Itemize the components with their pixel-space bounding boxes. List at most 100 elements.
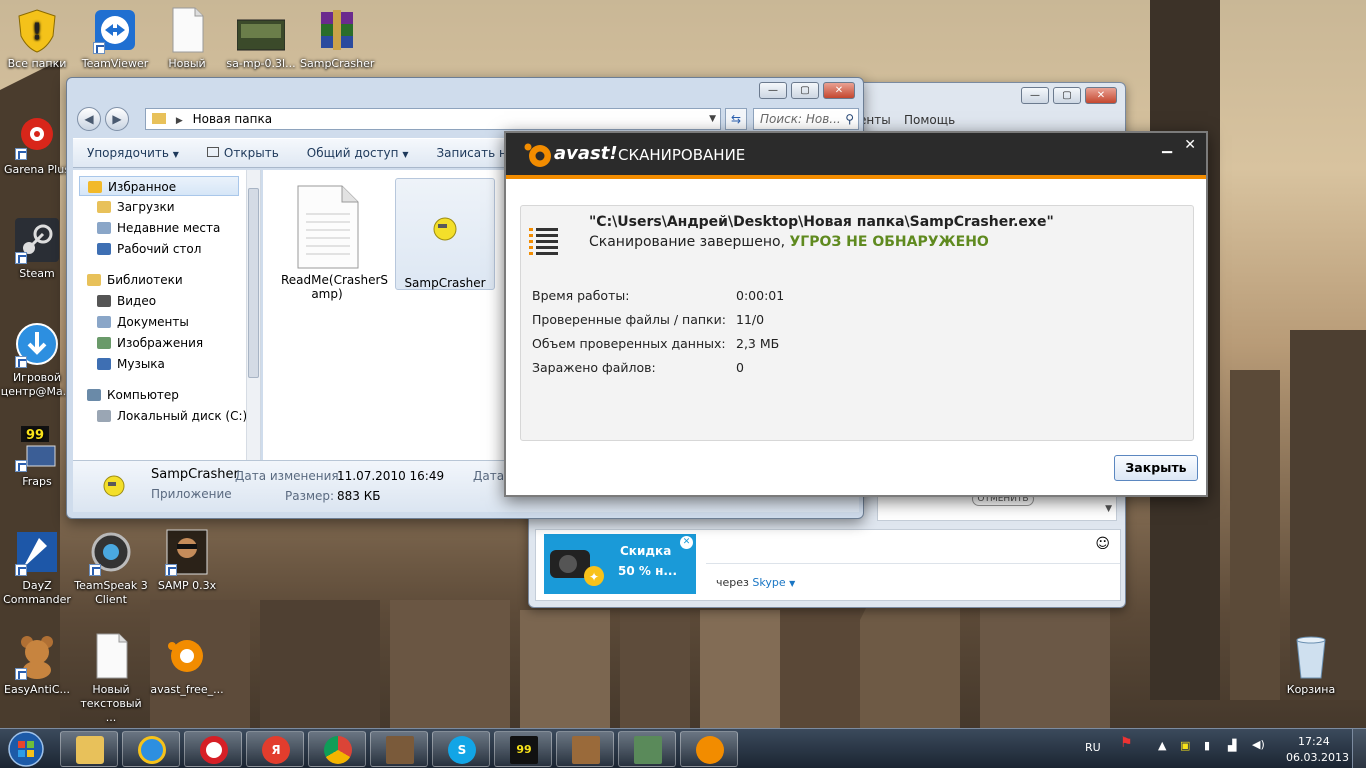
desktop-icon-sampcrasher-rar[interactable]: SampCrasher [300, 6, 374, 71]
scroll-down-arrow-icon[interactable]: ▼ [1105, 504, 1112, 514]
language-indicator[interactable]: RU [1085, 741, 1101, 754]
search-input[interactable]: Поиск: Нов... ⚲ [753, 108, 859, 130]
action-center-icon[interactable]: ⚑ [1120, 735, 1133, 751]
taskbar-chrome[interactable] [308, 731, 366, 767]
close-button[interactable]: ✕ [1184, 137, 1196, 153]
show-hidden-icons[interactable]: ▲ [1158, 739, 1166, 752]
desktop-icon-novyi[interactable]: Новый [150, 6, 224, 71]
stat-value-files: 11/0 [736, 312, 765, 327]
maximize-button[interactable]: ▢ [791, 82, 819, 99]
close-icon[interactable]: ✕ [680, 536, 693, 549]
chevron-down-icon[interactable]: ▼ [789, 579, 795, 588]
recent-places-icon [97, 222, 111, 234]
promo-banner[interactable]: ✦ Скидка 50 % н... ✕ [544, 534, 696, 594]
chevron-down-icon[interactable]: ▼ [709, 109, 716, 129]
clock-time[interactable]: 17:24 [1298, 735, 1330, 748]
address-bar[interactable]: ▶ Новая папка ▼ [145, 108, 721, 130]
music-icon [97, 358, 111, 370]
desktop-icon-fraps[interactable]: 99 Fraps [0, 424, 74, 489]
refresh-button[interactable]: ⇆ [725, 108, 747, 130]
nav-item-2[interactable]: Недавние места [97, 218, 220, 238]
desktop-icon-novyi-tekstovyi[interactable]: Новый текстовый ... [74, 632, 148, 725]
star-icon [88, 181, 102, 193]
fraps-icon: 99 [13, 424, 61, 472]
scrollbar[interactable] [246, 170, 260, 460]
nav-item-7[interactable]: Изображения [97, 333, 203, 353]
breadcrumb-arrow-icon[interactable]: ▶ [176, 116, 183, 126]
nav-item-0[interactable]: Избранное [79, 176, 239, 196]
taskbar-samp[interactable] [370, 731, 428, 767]
message-input[interactable] [706, 530, 1120, 564]
forward-button[interactable]: ▶ [105, 107, 129, 131]
breadcrumb[interactable]: Новая папка [193, 112, 272, 126]
recycle-bin-icon [1287, 632, 1335, 680]
organize-button[interactable]: Упорядочить ▼ [73, 146, 193, 160]
show-desktop-button[interactable] [1352, 729, 1366, 768]
network-icon[interactable]: ▟ [1228, 739, 1236, 752]
avast-scan-dialog[interactable]: avast! СКАНИРОВАНИЕ ▁ ✕ "C:\Users\Андрей… [504, 131, 1208, 497]
desktop-icon-recycle-bin[interactable]: Корзина [1274, 632, 1348, 697]
clock-date[interactable]: 06.03.2013 [1286, 751, 1349, 764]
avast-header: avast! СКАНИРОВАНИЕ ▁ ✕ [506, 133, 1206, 175]
desktop-icon-teamspeak[interactable]: TeamSpeak 3 Client [74, 528, 148, 607]
taskbar-desktop[interactable] [618, 731, 676, 767]
taskbar-opera[interactable] [184, 731, 242, 767]
nav-item-9[interactable]: Компьютер [87, 385, 179, 405]
desktop-icon-samp[interactable]: SAMP 0.3x [150, 528, 224, 593]
volume-icon[interactable]: ◀) [1252, 738, 1265, 751]
desktop-icon-game-center[interactable]: Игровой центр@Ma... [0, 320, 74, 399]
taskbar-explorer[interactable] [60, 731, 118, 767]
chevron-down-icon: ▼ [172, 150, 179, 159]
via-skype-link[interactable]: Skype [752, 576, 785, 589]
file-item-sampcrasher[interactable]: SampCrasher [395, 178, 495, 290]
text-file-icon [297, 185, 359, 269]
taskbar-ie[interactable] [122, 731, 180, 767]
scan-report-icon [529, 228, 558, 255]
nav-item-3[interactable]: Рабочий стол [97, 239, 201, 259]
fraps-tray-icon[interactable]: ▣ [1180, 739, 1190, 752]
minimize-button[interactable]: ▁ [1162, 139, 1172, 154]
back-button[interactable]: ◀ [77, 107, 101, 131]
desktop-icon-avast-free[interactable]: avast_free_... [150, 632, 224, 697]
file-item-readme[interactable]: ReadMe(CrasherS amp) [277, 184, 388, 301]
nav-item-10[interactable]: Локальный диск (C:) [97, 406, 247, 426]
close-button[interactable]: ✕ [823, 82, 855, 99]
taskbar-skype[interactable]: S [432, 731, 490, 767]
desktop-icon-teamviewer[interactable]: TeamViewer [78, 6, 152, 71]
share-button[interactable]: Общий доступ ▼ [293, 146, 423, 160]
nav-item-5[interactable]: Видео [97, 291, 156, 311]
skype-menu-help[interactable]: Помощь [904, 113, 955, 127]
nav-item-6[interactable]: Документы [97, 312, 189, 332]
device-icon[interactable]: ▮ [1204, 739, 1210, 752]
taskbar-samp-2[interactable] [556, 731, 614, 767]
scrollbar-thumb[interactable] [248, 188, 259, 378]
nav-item-1[interactable]: Загрузки [97, 197, 175, 217]
desktop-icon-easyanticheat[interactable]: EasyAntiC... [0, 632, 74, 697]
taskbar-avast[interactable] [680, 731, 738, 767]
desktop-icon [97, 243, 111, 255]
teamviewer-icon [91, 6, 139, 54]
taskbar-fraps[interactable]: 99 [494, 731, 552, 767]
desktop-icon-dayz[interactable]: DayZ Commander [0, 528, 74, 607]
start-button[interactable] [4, 731, 48, 767]
desktop-icon-vse-papki[interactable]: ! Все папки [0, 6, 74, 71]
details-size-label: Размер: [285, 489, 335, 503]
open-button[interactable]: Открыть [193, 146, 293, 160]
close-button[interactable]: ✕ [1085, 87, 1117, 104]
close-dialog-button[interactable]: Закрыть [1114, 455, 1198, 481]
maximize-button[interactable]: ▢ [1053, 87, 1081, 104]
desktop-icon-garena[interactable]: Garena Plus [0, 112, 74, 177]
desktop-icon-sa-mp[interactable]: sa-mp-0.3l... [224, 6, 298, 71]
samp-icon [572, 736, 600, 764]
shield-warning-icon: ! [13, 6, 61, 54]
minimize-button[interactable]: — [759, 82, 787, 99]
nav-item-8[interactable]: Музыка [97, 354, 165, 374]
skype-icon: S [448, 736, 476, 764]
desktop-icon-steam[interactable]: Steam [0, 216, 74, 281]
avast-icon [163, 632, 211, 680]
taskbar: Я S 99 RU ⚑ ▲ ▣ ▮ ▟ ◀) 17:24 06.03.2013 [0, 728, 1366, 768]
minimize-button[interactable]: — [1021, 87, 1049, 104]
computer-icon [87, 389, 101, 401]
nav-item-4[interactable]: Библиотеки [87, 270, 183, 290]
taskbar-yandex[interactable]: Я [246, 731, 304, 767]
